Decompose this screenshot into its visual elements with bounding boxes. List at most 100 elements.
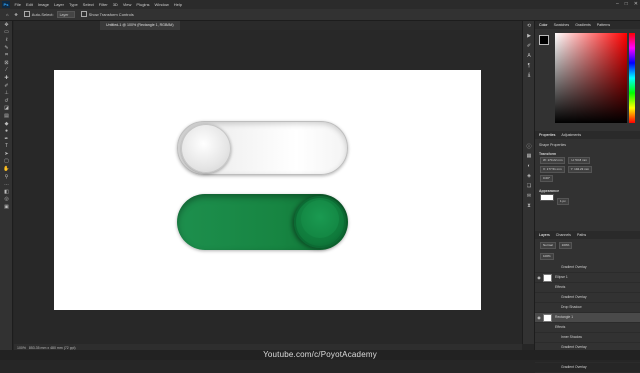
layers-panel-tabs: Layers Channels Paths [535, 231, 640, 239]
eraser-tool-icon[interactable]: ◪ [0, 105, 13, 113]
height-field[interactable]: H: 53.8 mm [568, 157, 590, 164]
type-tool-icon[interactable]: T [0, 143, 13, 151]
layer-effect-row[interactable]: Inner Shadow [535, 333, 640, 343]
fill-field[interactable]: 100% [540, 253, 554, 260]
menu-type[interactable]: Type [67, 0, 81, 9]
watermark: Youtube.com/c/PoyotAcademy [0, 350, 640, 360]
layer-effect-name: Gradient Overlay [561, 365, 587, 369]
eye-icon[interactable]: ◉ [535, 273, 543, 282]
tab-channels[interactable]: Channels [556, 231, 571, 239]
collapsed-panels-strip: ⟲ ▶ ✐ A ¶ ǻ ⓘ ▦ ◐ ◈ ❏ ✉ ⧗ [522, 21, 534, 344]
hue-slider[interactable] [629, 33, 635, 123]
frame-tool-icon[interactable]: ⊠ [0, 59, 13, 67]
minimize-button[interactable]: – [616, 0, 619, 9]
marquee-tool-icon[interactable]: ▭ [0, 29, 13, 37]
layer-name: Rectangle 1 [555, 315, 574, 319]
properties-type: Shape Properties [539, 143, 567, 147]
history-brush-tool-icon[interactable]: ↺ [0, 97, 13, 105]
stroke-width-field[interactable]: 1 px [556, 198, 569, 205]
lasso-tool-icon[interactable]: ℓ [0, 36, 13, 44]
auto-select-label: Auto-Select: [31, 11, 54, 17]
color-panel: Color Swatches Gradients Patterns [535, 21, 640, 131]
auto-select-dropdown[interactable]: Layer [56, 11, 75, 18]
tab-layers[interactable]: Layers [539, 231, 550, 239]
eyedropper-tool-icon[interactable]: ⁄ [0, 67, 13, 75]
layer-effect-row[interactable]: Drop Shadow [535, 303, 640, 313]
crop-tool-icon[interactable]: ⌗ [0, 51, 13, 59]
layer-effects-row[interactable]: Effects [535, 283, 640, 293]
screen-mode-icon[interactable]: ▣ [0, 203, 13, 211]
layer-row[interactable]: ◉ Rectangle 1 [535, 313, 640, 323]
healing-brush-tool-icon[interactable]: ✚ [0, 74, 13, 82]
layer-effect-name: Gradient Overlay [561, 265, 587, 269]
home-icon[interactable]: ⌂ [6, 9, 8, 21]
tab-paths[interactable]: Paths [577, 231, 586, 239]
layer-row[interactable]: ◉ Ellipse 1 [535, 273, 640, 283]
layer-effect-name: Effects [555, 285, 566, 289]
tab-patterns[interactable]: Patterns [597, 21, 610, 29]
document-tab[interactable]: Untitled-1 @ 100% (Rectangle 1, RGB/8#) [100, 21, 180, 30]
rectangle-tool-icon[interactable]: ▢ [0, 158, 13, 166]
zoom-tool-icon[interactable]: ⚲ [0, 173, 13, 181]
layer-effect-name: Gradient Overlay [561, 295, 587, 299]
layer-thumbnail [543, 273, 552, 282]
blur-tool-icon[interactable]: ◆ [0, 120, 13, 128]
layer-name: Ellipse 1 [555, 275, 568, 279]
opacity-field[interactable]: 100% [558, 242, 573, 249]
show-transform-label: Show Transform Controls [88, 11, 134, 17]
menu-plugins[interactable]: Plugins [134, 0, 152, 9]
gradient-tool-icon[interactable]: ▤ [0, 112, 13, 120]
layer-effect-row[interactable]: Gradient Overlay [535, 293, 640, 303]
layer-effect-name: Drop Shadow [561, 305, 582, 309]
layer-effect-row[interactable]: Gradient Overlay [535, 263, 640, 273]
close-button[interactable]: ✕ [634, 0, 638, 9]
brush-tool-icon[interactable]: ✐ [0, 82, 13, 90]
blend-mode-dropdown[interactable]: Normal [540, 242, 556, 249]
quick-mask-icon[interactable]: ◎ [0, 196, 13, 204]
menu-window[interactable]: Window [152, 0, 171, 9]
properties-panel-tabs: Properties Adjustments [535, 131, 640, 139]
dodge-tool-icon[interactable]: ● [0, 127, 13, 135]
layer-effect-row[interactable]: Gradient Overlay [535, 363, 640, 373]
document-tab-bar: Untitled-1 @ 100% (Rectangle 1, RGB/8#) [14, 21, 522, 30]
right-panels: Color Swatches Gradients Patterns Proper… [534, 21, 640, 373]
fill-swatch[interactable] [540, 194, 554, 201]
layer-effect-name: Effects [555, 325, 566, 329]
hand-tool-icon[interactable]: ✋ [0, 165, 13, 173]
angle-field[interactable]: 0.00° [540, 175, 554, 182]
layer-effects-row[interactable]: Effects [535, 323, 640, 333]
tab-color[interactable]: Color [539, 21, 548, 29]
auto-select-checkbox[interactable]: Auto-Select: [23, 9, 54, 21]
menu-layer[interactable]: Layer [51, 0, 66, 9]
checkbox-icon [80, 11, 87, 18]
tab-adjustments[interactable]: Adjustments [561, 131, 581, 139]
show-transform-checkbox[interactable]: Show Transform Controls [80, 9, 134, 21]
foreground-color-swatch[interactable] [539, 35, 549, 45]
tools-panel: ✥ ▭ ℓ ✎ ⌗ ⊠ ⁄ ✚ ✐ ⊥ ↺ ◪ ▤ ◆ ● ✒ T ➤ ▢ ✋ … [0, 21, 13, 352]
color-panel-tabs: Color Swatches Gradients Patterns [535, 21, 640, 29]
tab-properties[interactable]: Properties [539, 131, 555, 139]
y-field[interactable]: Y: 194.23 mm [567, 166, 593, 173]
more-tools-icon[interactable]: … [0, 180, 13, 188]
tab-gradients[interactable]: Gradients [575, 21, 591, 29]
toggle-knob-off[interactable] [181, 124, 231, 173]
toggle-knob-on-face [301, 200, 339, 238]
menu-help[interactable]: Help [171, 0, 184, 9]
document-canvas[interactable] [54, 70, 481, 310]
x-field[interactable]: X: 177.51 mm [540, 166, 565, 173]
properties-panel: Properties Adjustments Shape Properties … [535, 131, 640, 231]
quick-select-tool-icon[interactable]: ✎ [0, 44, 13, 52]
checkbox-icon [23, 11, 30, 18]
pen-tool-icon[interactable]: ✒ [0, 135, 13, 143]
width-field[interactable]: W: 170.22 mm [540, 157, 566, 164]
mouse-cursor-icon: ➤ [474, 275, 480, 282]
maximize-button[interactable]: □ [625, 0, 628, 9]
color-swatches-icon[interactable]: ◧ [0, 188, 13, 196]
move-tool-icon[interactable]: ✥ [14, 9, 17, 21]
color-picker-field[interactable] [555, 33, 627, 123]
path-selection-tool-icon[interactable]: ➤ [0, 150, 13, 158]
eye-icon[interactable]: ◉ [535, 313, 543, 322]
tab-swatches[interactable]: Swatches [554, 21, 570, 29]
move-tool-icon[interactable]: ✥ [0, 21, 13, 29]
clone-stamp-tool-icon[interactable]: ⊥ [0, 89, 13, 97]
